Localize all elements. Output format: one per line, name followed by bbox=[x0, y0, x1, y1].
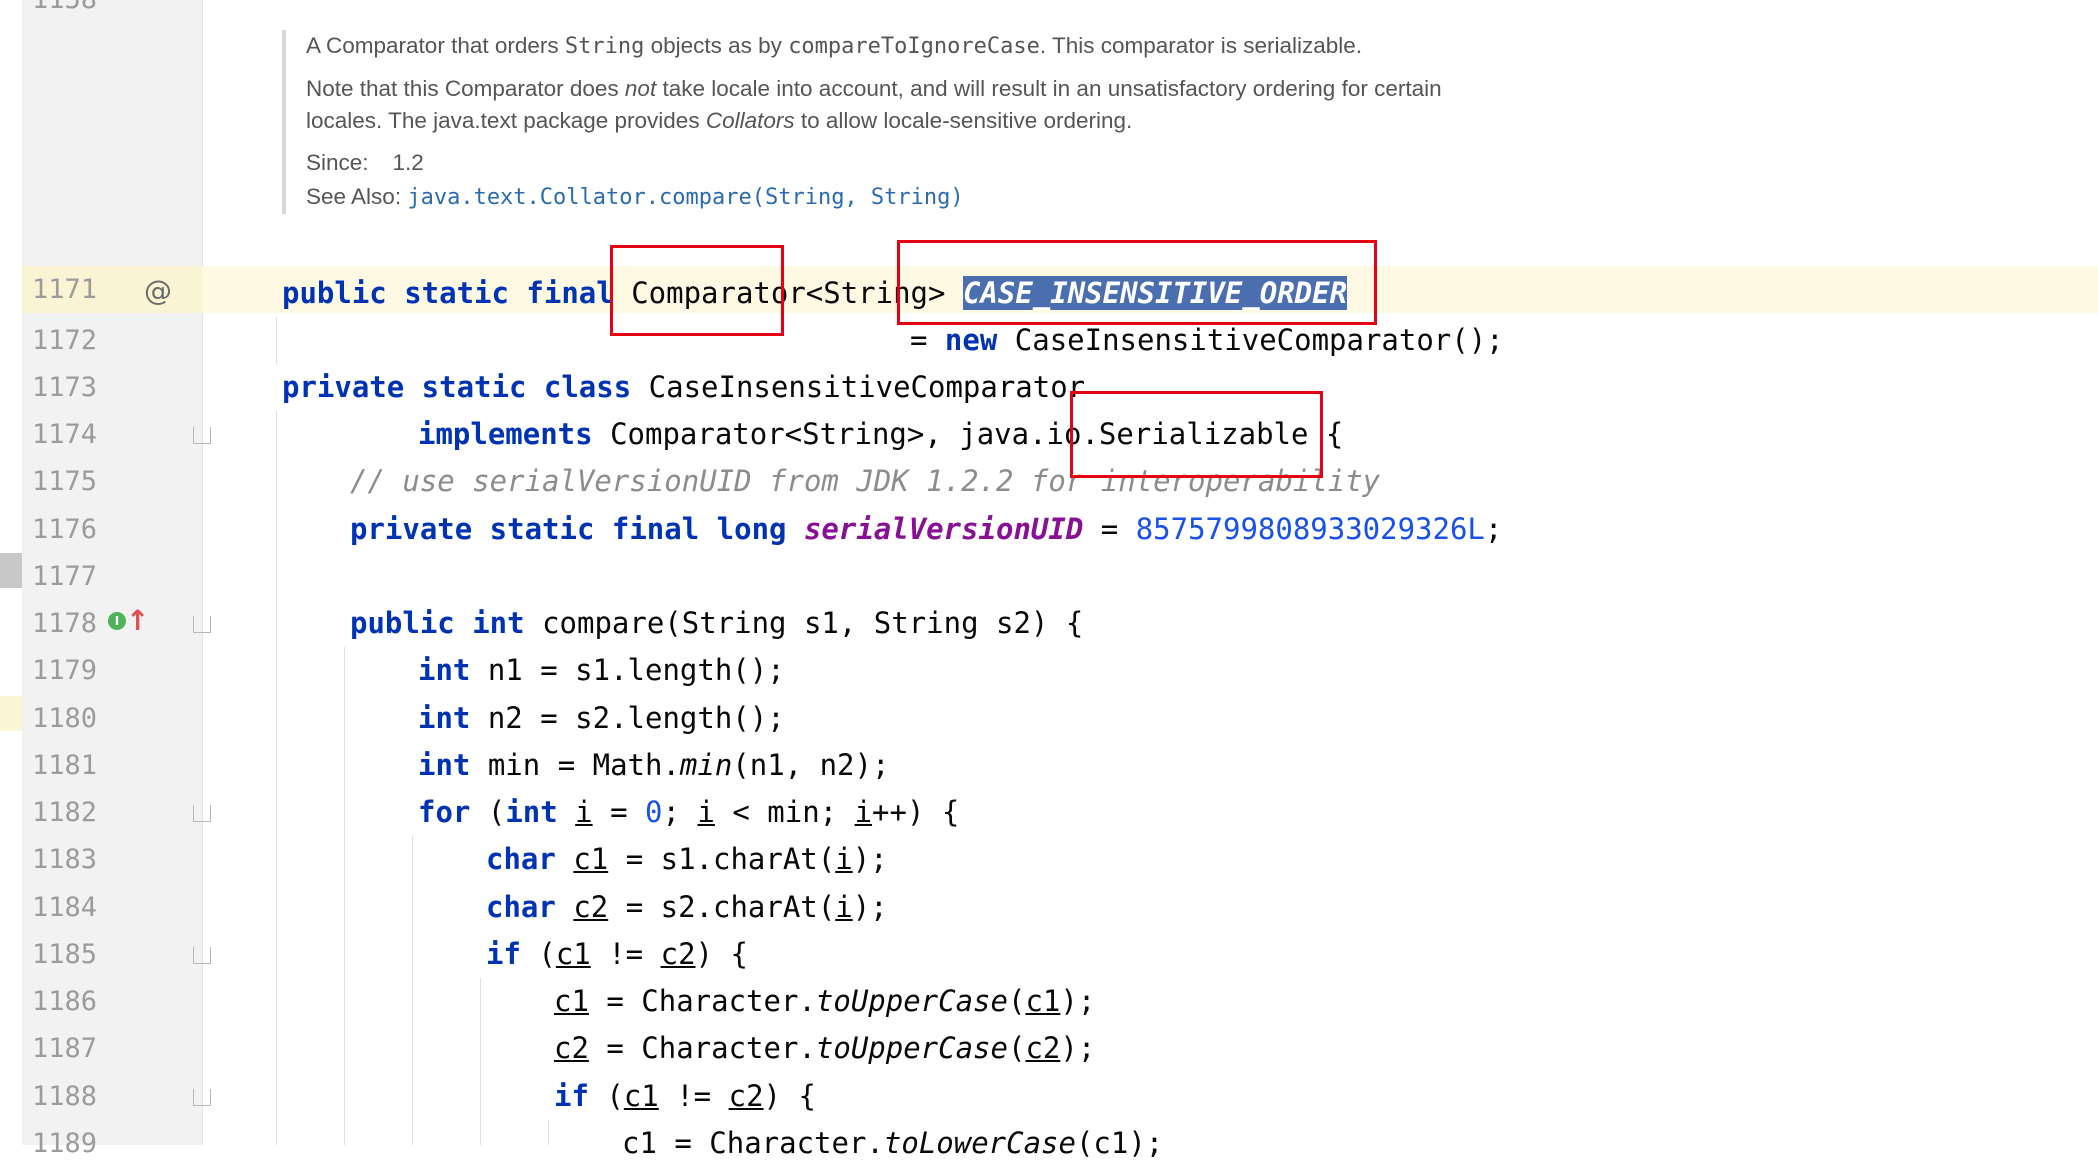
line-number: 1185 bbox=[32, 939, 98, 970]
annotation-box-comparator bbox=[610, 245, 784, 336]
indent-guide bbox=[276, 317, 277, 364]
line-number: 1174 bbox=[32, 419, 98, 450]
fold-marker-icon[interactable] bbox=[193, 427, 211, 444]
code-line-1182[interactable]: for (int i = 0; i < min; i++) { bbox=[418, 789, 959, 836]
line-number: 1173 bbox=[32, 372, 98, 403]
line-number: 1188 bbox=[32, 1081, 98, 1112]
indent-guide bbox=[548, 1120, 549, 1145]
line-number: 1177 bbox=[32, 561, 98, 592]
line-number: 1175 bbox=[32, 466, 98, 497]
line-number: 1171 bbox=[32, 274, 98, 305]
line-number: 1184 bbox=[32, 892, 98, 923]
code-line-1187[interactable]: c2 = Character.toUpperCase(c2); bbox=[554, 1025, 1095, 1072]
line-number: 1158 bbox=[22, 0, 112, 23]
at-icon[interactable]: @ bbox=[144, 274, 172, 307]
code-line-1173[interactable]: private static class CaseInsensitiveComp… bbox=[282, 364, 1085, 411]
code-line-1186[interactable]: c1 = Character.toUpperCase(c1); bbox=[554, 978, 1095, 1025]
line-number: 1176 bbox=[32, 514, 98, 545]
annotation-box-case-insensitive-order bbox=[897, 240, 1377, 325]
indent-guide bbox=[276, 411, 277, 1145]
annotation-box-serializable bbox=[1070, 391, 1323, 478]
code-line-1178[interactable]: public int compare(String s1, String s2)… bbox=[350, 600, 1083, 647]
scroll-marker-highlight bbox=[0, 696, 22, 731]
code-line-1185[interactable]: if (c1 != c2) { bbox=[486, 931, 748, 978]
code-line-1179[interactable]: int n1 = s1.length(); bbox=[418, 647, 785, 694]
code-line-1188[interactable]: if (c1 != c2) { bbox=[554, 1073, 816, 1120]
line-number: 1172 bbox=[32, 325, 98, 356]
line-number: 1180 bbox=[32, 703, 98, 734]
doc-see-also: See Also: java.text.Collator.compare(Str… bbox=[306, 184, 964, 210]
line-number: 1187 bbox=[32, 1033, 98, 1064]
doc-paragraph-2: Note that this Comparator does not take … bbox=[306, 76, 1442, 133]
code-line-1184[interactable]: char c2 = s2.charAt(i); bbox=[486, 884, 888, 931]
line-number: 1182 bbox=[32, 797, 98, 828]
line-number: 1189 bbox=[32, 1128, 98, 1159]
doc-paragraph-1: A Comparator that orders String objects … bbox=[306, 33, 1363, 59]
line-number: 1186 bbox=[32, 986, 98, 1017]
code-line-1180[interactable]: int n2 = s2.length(); bbox=[418, 695, 785, 742]
fold-marker-icon[interactable] bbox=[193, 805, 211, 822]
line-number: 1178 bbox=[32, 608, 98, 639]
indent-guide bbox=[344, 647, 345, 1145]
implements-method-icon[interactable]: I bbox=[108, 612, 126, 630]
line-number: 1181 bbox=[32, 750, 98, 781]
fold-marker-icon[interactable] bbox=[193, 616, 211, 633]
doc-since: Since: 1.2 bbox=[306, 150, 424, 175]
arrow-up-icon[interactable]: ↑ bbox=[126, 604, 149, 637]
fold-marker-icon[interactable] bbox=[193, 1089, 211, 1106]
indent-guide bbox=[480, 978, 481, 1145]
line-number: 1183 bbox=[32, 844, 98, 875]
code-line-1183[interactable]: char c1 = s1.charAt(i); bbox=[486, 836, 888, 883]
fold-marker-icon[interactable] bbox=[193, 947, 211, 964]
indent-guide bbox=[412, 836, 413, 1145]
javadoc-popup: A Comparator that orders String objects … bbox=[282, 30, 1456, 214]
line-number: 1179 bbox=[32, 655, 98, 686]
code-line-1189[interactable]: c1 = Character.toLowerCase(c1); bbox=[622, 1120, 1163, 1167]
scroll-marker bbox=[0, 553, 22, 588]
see-also-link[interactable]: java.text.Collator.compare(String, Strin… bbox=[407, 185, 963, 210]
code-line-1181[interactable]: int min = Math.min(n1, n2); bbox=[418, 742, 889, 789]
code-line-1176[interactable]: private static final long serialVersionU… bbox=[350, 506, 1502, 553]
